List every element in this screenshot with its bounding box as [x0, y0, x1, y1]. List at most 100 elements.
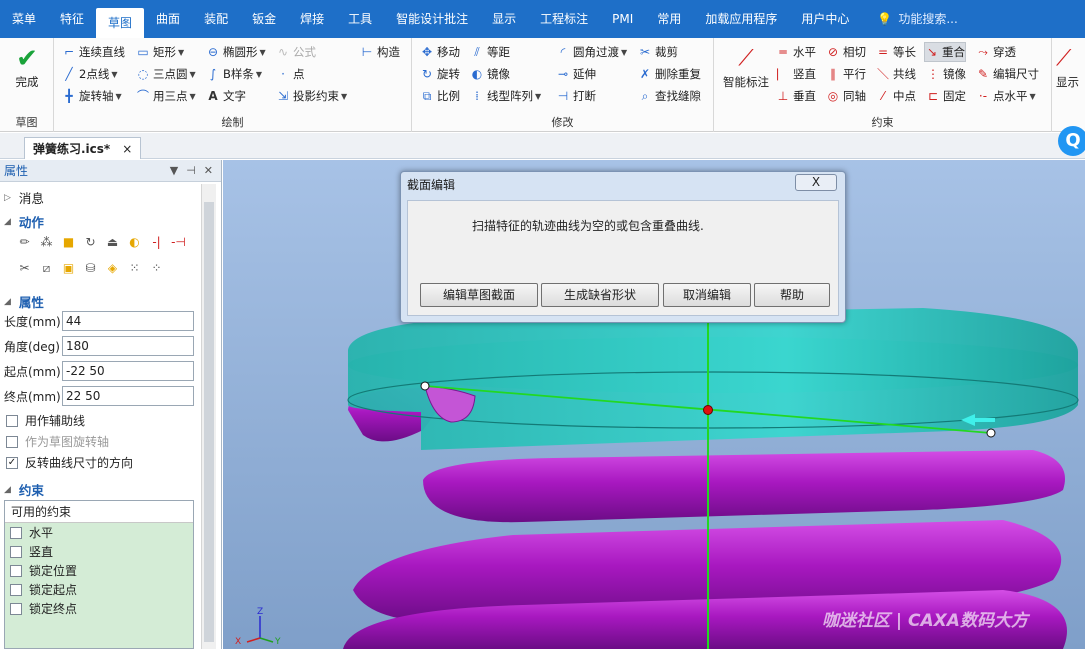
trim-button[interactable]: ✂ 裁剪 — [638, 42, 678, 62]
equal-constraint-button[interactable]: = 等长 — [876, 42, 916, 62]
scrollbar-thumb[interactable] — [204, 202, 214, 642]
menu-zhineng[interactable]: 智能设计批注 — [384, 0, 480, 38]
two-point-line-button[interactable]: ╱ 2点线 ▼ — [62, 64, 117, 84]
point-horizontal-constraint-button[interactable]: ·‑ 点水平 ▼ — [976, 86, 1036, 106]
reverse-direction-checkbox[interactable]: ✓ 反转曲线尺寸的方向 — [6, 454, 133, 471]
three-point-circle-button[interactable]: ◌ 三点圆 ▼ — [136, 64, 196, 84]
stamp-icon[interactable]: ⏏ — [104, 234, 121, 251]
select-action-icon[interactable]: ⧄ — [38, 260, 55, 277]
break-button[interactable]: ⊣ 打断 — [556, 86, 596, 106]
horizontal-constraint-button[interactable]: ═ 水平 — [776, 42, 816, 62]
menu-xianshi[interactable]: 显示 — [480, 0, 528, 38]
smart-dimension-button[interactable]: ⟋ 智能标注 — [718, 44, 774, 90]
fillet-button[interactable]: ◜ 圆角过渡 ▼ — [556, 42, 627, 62]
pin-icon[interactable]: ⊣ — [186, 164, 196, 177]
grid-action-icon[interactable]: ⁙ — [126, 260, 143, 277]
extend-button[interactable]: ⊸ 延伸 — [556, 64, 596, 84]
feature-search-input[interactable]: 功能搜索... — [892, 0, 957, 38]
section-actions[interactable]: ◢ 动作 — [4, 212, 44, 231]
mirror-button[interactable]: ◐ 镜像 — [470, 64, 510, 84]
menu-gongcheng[interactable]: 工程标注 — [528, 0, 600, 38]
rotate-action-icon[interactable]: ↻ — [82, 234, 99, 251]
scale-button[interactable]: ⧉ 比例 — [420, 86, 460, 106]
collinear-constraint-button[interactable]: ＼ 共线 — [876, 64, 916, 84]
rectangle-button[interactable]: ▭ 矩形 ▼ — [136, 42, 184, 62]
panel-scrollbar[interactable] — [201, 184, 216, 649]
section-constraints[interactable]: ◢ 约束 — [4, 480, 44, 499]
start-point-input[interactable]: -22 50 — [62, 361, 194, 381]
offset-button[interactable]: ⫽ 等距 — [470, 42, 510, 62]
menu-qumian[interactable]: 曲面 — [144, 0, 192, 38]
extend-action-icon[interactable]: ‑⊣ — [170, 234, 187, 251]
delete-duplicate-button[interactable]: ✗ 删除重复 — [638, 64, 701, 84]
perpendicular-constraint-button[interactable]: ⊥ 垂直 — [776, 86, 816, 106]
midpoint-constraint-button[interactable]: ⁄ 中点 — [876, 86, 916, 106]
q-badge-icon[interactable]: Q — [1058, 126, 1085, 156]
bspline-button[interactable]: ∫ B样条 ▼ — [206, 64, 262, 84]
concentric-constraint-button[interactable]: ◎ 同轴 — [826, 86, 866, 106]
dialog-close-button[interactable]: X — [795, 174, 837, 191]
length-input[interactable]: 44 — [62, 311, 194, 331]
generate-default-shape-button[interactable]: 生成缺省形状 — [541, 283, 659, 307]
panel-close-icon[interactable]: ✕ — [204, 164, 213, 177]
text-button[interactable]: A 文字 — [206, 86, 246, 106]
cancel-edit-button[interactable]: 取消编辑 — [663, 283, 751, 307]
find-gap-button[interactable]: ⌕ 查找缝隙 — [638, 86, 701, 106]
top-plate-body[interactable] — [348, 308, 1078, 450]
parallel-constraint-button[interactable]: ∥ 平行 — [826, 64, 866, 84]
menu-pmi[interactable]: PMI — [600, 0, 645, 38]
rotation-axis-button[interactable]: ╋ 旋转轴 ▼ — [62, 86, 121, 106]
move-button[interactable]: ✥ 移动 — [420, 42, 460, 62]
menu-caidan[interactable]: 菜单 — [0, 0, 48, 38]
constraint-horizontal[interactable]: 水平 — [5, 523, 193, 542]
pierce-constraint-button[interactable]: ⤳ 穿透 — [976, 42, 1016, 62]
linear-pattern-button[interactable]: ⁞ 线型阵列 ▼ — [470, 86, 541, 106]
menu-yonghu[interactable]: 用户中心 — [789, 0, 861, 38]
display-button[interactable]: ⟋ 显示 — [1056, 44, 1085, 90]
polyline-button[interactable]: ⌐ 连续直线 — [62, 42, 125, 62]
coincident-constraint-button[interactable]: ↘ 重合 — [924, 42, 966, 62]
point-set-icon[interactable]: ⁂ — [38, 234, 55, 251]
help-button[interactable]: 帮助 — [754, 283, 830, 307]
formula-button[interactable]: ∿ 公式 — [276, 42, 316, 62]
panel-menu-icon[interactable]: ▼ — [170, 164, 178, 177]
section-messages[interactable]: ▷ 消息 — [4, 188, 44, 207]
menu-zhuangpei[interactable]: 装配 — [192, 0, 240, 38]
construct-button[interactable]: ⊢ 构造 — [360, 42, 400, 62]
pattern-action-icon[interactable]: ⁘ — [148, 260, 165, 277]
constraint-lock-position[interactable]: 锁定位置 — [5, 561, 193, 580]
pencil-icon[interactable]: ✏ — [16, 234, 33, 251]
finish-button[interactable]: ✔ 完成 — [6, 44, 48, 90]
constraint-lock-start[interactable]: 锁定起点 — [5, 580, 193, 599]
drum-action-icon[interactable]: ⛁ — [82, 260, 99, 277]
break-action-icon[interactable]: ‑| — [148, 234, 165, 251]
section-properties[interactable]: ◢ 属性 — [4, 292, 44, 311]
vertical-constraint-button[interactable]: ⎸ 竖直 — [776, 64, 816, 84]
menu-tezheng[interactable]: 特征 — [48, 0, 96, 38]
close-tab-icon[interactable]: × — [122, 139, 132, 159]
projection-constraint-button[interactable]: ⇲ 投影约束 ▼ — [276, 86, 347, 106]
menu-jiazai[interactable]: 加载应用程序 — [693, 0, 789, 38]
fix-constraint-button[interactable]: ⊏ 固定 — [926, 86, 966, 106]
document-tab[interactable]: 弹簧练习.ics* × — [24, 137, 142, 159]
search-icon[interactable]: 💡 — [861, 0, 892, 38]
rotation-axis-checkbox[interactable]: 作为草图旋转轴 — [6, 433, 109, 450]
square-icon[interactable]: ■ — [60, 234, 77, 251]
three-point-arc-button[interactable]: ⌒ 用三点 ▼ — [136, 86, 196, 106]
ellipse-button[interactable]: ⊖ 椭圆形 ▼ — [206, 42, 266, 62]
constraint-vertical[interactable]: 竖直 — [5, 542, 193, 561]
edit-sketch-section-button[interactable]: 编辑草图截面 — [420, 283, 538, 307]
layers-action-icon[interactable]: ◈ — [104, 260, 121, 277]
point-button[interactable]: · 点 — [276, 64, 304, 84]
menu-banjin[interactable]: 钣金 — [240, 0, 288, 38]
mirror-action-icon[interactable]: ◐ — [126, 234, 143, 251]
midpoint[interactable] — [703, 405, 713, 415]
trim-action-icon[interactable]: ✂ — [16, 260, 33, 277]
cube-action-icon[interactable]: ▣ — [60, 260, 77, 277]
edit-dimension-button[interactable]: ✎ 编辑尺寸 — [976, 64, 1039, 84]
start-point[interactable] — [420, 381, 430, 391]
mirror-constraint-button[interactable]: ⋮ 镜像 — [926, 64, 966, 84]
auxiliary-line-checkbox[interactable]: 用作辅助线 — [6, 412, 85, 429]
tangent-constraint-button[interactable]: ⊘ 相切 — [826, 42, 866, 62]
menu-caotu[interactable]: 草图 — [96, 8, 145, 38]
